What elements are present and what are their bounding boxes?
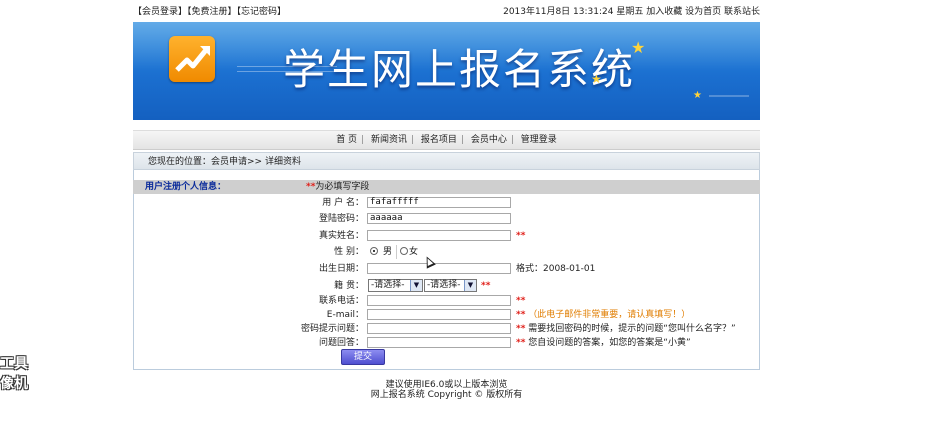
birthday-label: 出生日期： (318, 264, 364, 274)
submit-button[interactable]: 提交 (341, 349, 385, 365)
answer-label: 问题回答： (318, 338, 364, 348)
question-input[interactable] (367, 323, 511, 334)
answer-input[interactable] (367, 337, 511, 348)
star-icon: ★ (693, 90, 702, 101)
decorative-lines (709, 92, 749, 100)
gender-female-label: 女 (409, 247, 419, 257)
required-mark: ** (516, 296, 526, 306)
native-row: 籍 贯： -请选择- ▼ -请选择- ▼ ** (133, 279, 760, 293)
password-input[interactable]: aaaaaa (367, 213, 511, 224)
breadcrumb: 您现在的位置：会员申请>> 详细资料 (133, 152, 760, 170)
set-home-link[interactable]: 设为首页 (685, 7, 721, 17)
top-bar: 【会员登录】【免费注册】【忘记密码】 2013年11月8日 13:31:24 星… (133, 3, 760, 18)
required-note: **为必填写字段 (306, 182, 370, 192)
nav-news[interactable]: 新闻资讯 (371, 135, 407, 145)
birthday-input[interactable] (367, 263, 511, 274)
gender-row: 性 别： 男 女 (133, 245, 760, 259)
chevron-down-icon: ▼ (464, 280, 476, 291)
city-select[interactable]: -请选择- ▼ (424, 279, 477, 292)
main-nav: 首 页 | 新闻资讯 | 报名项目 | 会员中心 | 管理登录 (133, 130, 760, 150)
star-icon: ★ (591, 72, 602, 86)
banner: 学生网上报名系统 ★ ★ ★ (133, 22, 760, 120)
password-row: 登陆密码： aaaaaa (133, 212, 760, 226)
gender-male-label: 男 (383, 247, 393, 257)
email-row: E-mail： ** （此电子邮件非常重要，请认真填写！） (133, 308, 760, 322)
footer-copyright: 网上报名系统 Copyright © 版权所有 (370, 390, 523, 400)
email-input[interactable] (367, 309, 511, 320)
watermark-top: 工具 (0, 356, 28, 372)
required-mark: ** (481, 281, 491, 291)
gender-label: 性 别： (334, 247, 364, 257)
chart-logo-icon (169, 36, 215, 82)
nav-home[interactable]: 首 页 (336, 135, 357, 145)
answer-hint: ** 您自设问题的答案，如您的答案是“小黄” (516, 338, 691, 348)
nav-member-center[interactable]: 会员中心 (471, 135, 507, 145)
native-label: 籍 贯： (334, 281, 364, 291)
question-label: 密码提示问题： (300, 324, 364, 334)
member-links[interactable]: 【会员登录】【免费注册】【忘记密码】 (133, 4, 286, 17)
birthday-format-hint: 格式：2008-01-01 (516, 264, 596, 274)
phone-row: 联系电话： ** (133, 294, 760, 308)
answer-row: 问题回答： ** 您自设问题的答案，如您的答案是“小黄” (133, 336, 760, 350)
datetime: 2013年11月8日 13:31:24 星期五 (503, 7, 644, 17)
email-label: E-mail： (326, 310, 364, 320)
realname-row: 真实姓名： ** (133, 229, 760, 243)
gender-female-radio[interactable] (400, 247, 408, 255)
realname-input[interactable] (367, 230, 511, 241)
add-favorite-link[interactable]: 加入收藏 (646, 7, 682, 17)
required-mark: ** (516, 231, 526, 241)
question-hint: ** 需要找回密码的时候，提示的问题“您叫什么名字？” (516, 324, 736, 334)
birthday-row: 出生日期： 格式：2008-01-01 (133, 262, 760, 276)
contact-link[interactable]: 联系站长 (724, 7, 760, 17)
banner-title: 学生网上报名系统 (283, 45, 636, 94)
realname-label: 真实姓名： (318, 231, 364, 241)
username-row: 用 户 名： fafafffff (133, 196, 760, 210)
password-label: 登陆密码： (318, 214, 364, 224)
email-hint: ** （此电子邮件非常重要，请认真填写！） (516, 310, 691, 320)
chevron-down-icon: ▼ (410, 280, 422, 291)
province-select[interactable]: -请选择- ▼ (368, 279, 423, 292)
nav-projects[interactable]: 报名项目 (421, 135, 457, 145)
username-label: 用 户 名： (322, 198, 364, 208)
nav-admin-login[interactable]: 管理登录 (521, 135, 557, 145)
star-icon: ★ (631, 38, 646, 57)
phone-label: 联系电话： (318, 296, 364, 306)
username-input[interactable]: fafafffff (367, 197, 511, 208)
top-right: 2013年11月8日 13:31:24 星期五 加入收藏 设为首页 联系站长 (497, 4, 760, 17)
watermark-bottom: 像机 (0, 376, 28, 392)
phone-input[interactable] (367, 295, 511, 306)
question-row: 密码提示问题： ** 需要找回密码的时候，提示的问题“您叫什么名字？” (133, 322, 760, 336)
section-header: 用户注册个人信息： **为必填写字段 (133, 180, 760, 194)
section-title: 用户注册个人信息： (145, 182, 227, 192)
gender-male-radio[interactable] (370, 247, 378, 255)
